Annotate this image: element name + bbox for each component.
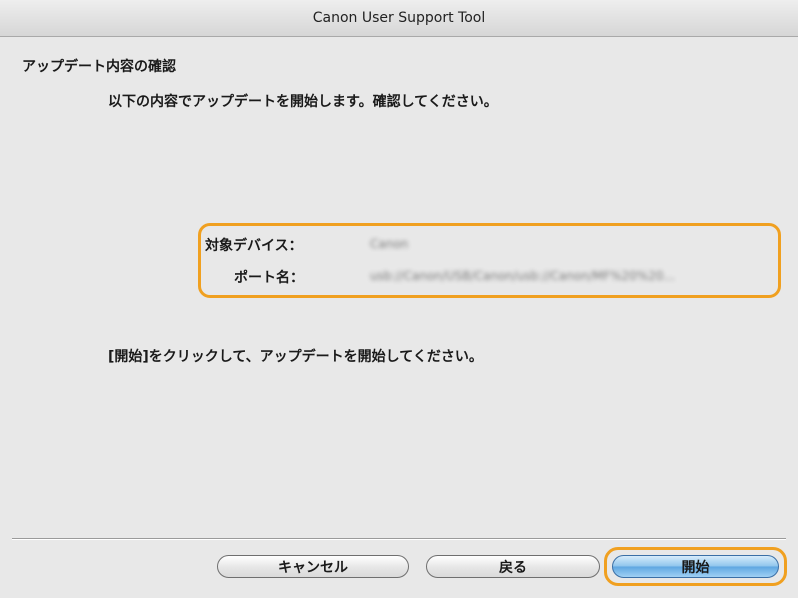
page-heading: アップデート内容の確認 xyxy=(22,59,176,75)
back-button[interactable]: 戻る xyxy=(426,555,600,578)
target-device-label: 対象デバイス： xyxy=(205,238,303,254)
window-title-bar[interactable]: Canon User Support Tool xyxy=(0,0,798,37)
intro-text: 以下の内容でアップデートを開始します。確認してください。 xyxy=(108,94,498,110)
start-instruction-text: [開始]をクリックして、アップデートを開始してください。 xyxy=(108,349,483,365)
cancel-button-label: キャンセル xyxy=(278,559,348,576)
footer-separator xyxy=(12,538,786,540)
start-button[interactable]: 開始 xyxy=(612,555,779,578)
start-button-label: 開始 xyxy=(681,559,710,576)
dialog-window: Canon User Support Tool アップデート内容の確認 以下の内… xyxy=(0,0,798,598)
cancel-button[interactable]: キャンセル xyxy=(217,555,409,578)
back-button-label: 戻る xyxy=(499,559,527,576)
window-title: Canon User Support Tool xyxy=(312,10,486,26)
port-name-label: ポート名： xyxy=(234,270,304,286)
port-name-value: usb://Canon/USB/Canon/usb://Canon/MF%20%… xyxy=(370,269,675,283)
target-device-value: Canon xyxy=(370,237,409,251)
